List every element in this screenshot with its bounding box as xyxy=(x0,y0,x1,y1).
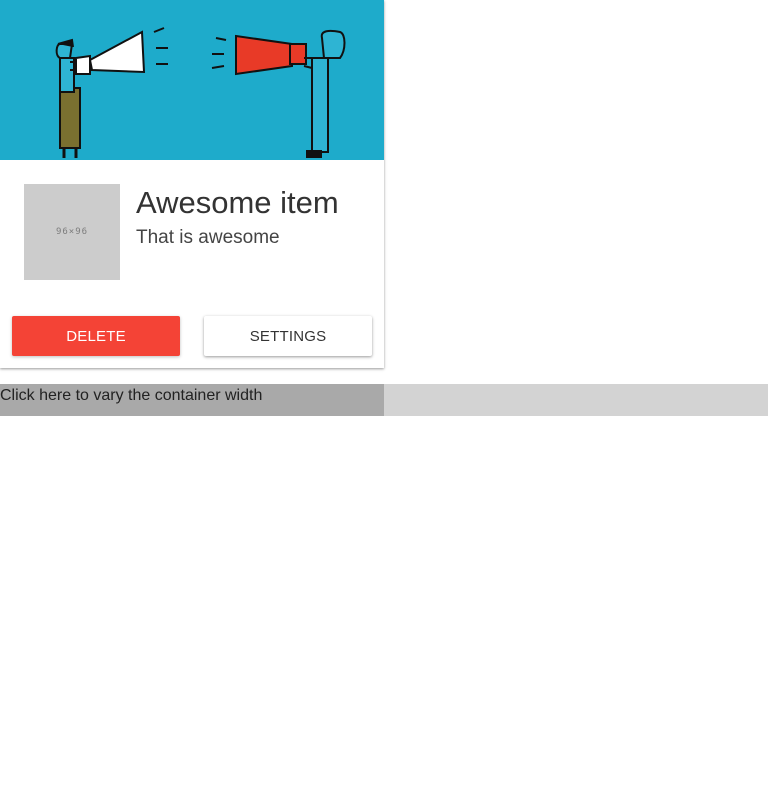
item-subtitle: That is awesome xyxy=(136,227,280,248)
container-width-label: Click here to vary the container width xyxy=(0,387,263,404)
megaphone-illustration xyxy=(0,0,384,160)
item-title: Awesome item xyxy=(136,185,339,220)
item-thumbnail: 96×96 xyxy=(24,184,120,280)
thumbnail-placeholder-text: 96×96 xyxy=(55,227,89,237)
hero-image xyxy=(0,0,384,160)
item-card: 96×96 Awesome item That is awesome DELET… xyxy=(0,0,384,368)
delete-button[interactable]: DELETE xyxy=(12,316,180,356)
container-width-control[interactable]: Click here to vary the container width xyxy=(0,384,768,416)
settings-button[interactable]: SETTINGS xyxy=(204,316,372,356)
